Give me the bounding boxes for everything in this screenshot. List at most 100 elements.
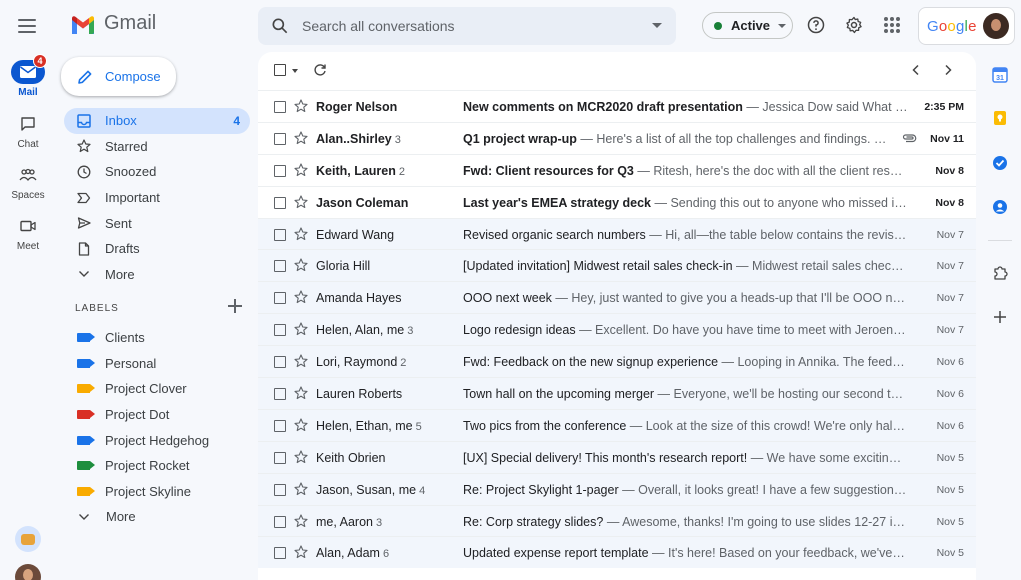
- settings-gear-icon[interactable]: [844, 15, 864, 35]
- star-icon[interactable]: [294, 418, 308, 432]
- email-row[interactable]: Amanda Hayes OOO next week — Hey, just wa…: [258, 281, 976, 314]
- search-options-icon[interactable]: [652, 23, 662, 28]
- star-icon[interactable]: [294, 290, 308, 304]
- row-checkbox[interactable]: [274, 483, 286, 496]
- select-options-caret-icon[interactable]: [292, 69, 298, 73]
- star-icon[interactable]: [294, 545, 308, 559]
- star-icon[interactable]: [294, 163, 308, 177]
- create-label-plus-icon[interactable]: [227, 298, 243, 314]
- email-row[interactable]: Keith, Lauren 2 Fwd: Client resources for …: [258, 153, 976, 186]
- row-checkbox[interactable]: [274, 196, 286, 209]
- email-row[interactable]: Helen, Ethan, me 5 Two pics from the confe…: [258, 408, 976, 441]
- mail-unread-badge: 4: [33, 54, 47, 68]
- star-icon[interactable]: [294, 195, 308, 209]
- email-list: Roger Nelson New comments on MCR2020 draf…: [258, 90, 976, 569]
- user-avatar[interactable]: [982, 13, 1009, 39]
- email-row[interactable]: Gloria Hill [Updated invitation] Midwest …: [258, 249, 976, 282]
- search-bar[interactable]: [258, 7, 676, 45]
- nav-item-drafts[interactable]: Drafts: [64, 236, 250, 262]
- row-checkbox[interactable]: [274, 292, 286, 305]
- nav-item-snoozed[interactable]: Snoozed: [64, 159, 250, 185]
- row-checkbox[interactable]: [274, 101, 286, 113]
- addons-puzzle-icon[interactable]: [991, 264, 1009, 282]
- nav-label: Important: [105, 190, 160, 206]
- get-addons-plus-icon[interactable]: [991, 308, 1009, 326]
- row-checkbox[interactable]: [274, 419, 286, 432]
- email-row[interactable]: Helen, Alan, me 3 Logo redesign ideas — Ex…: [258, 313, 976, 346]
- email-row[interactable]: Roger Nelson New comments on MCR2020 draf…: [258, 90, 976, 122]
- row-checkbox[interactable]: [274, 451, 286, 464]
- star-icon[interactable]: [294, 258, 308, 272]
- nav-label: Inbox: [105, 113, 137, 129]
- email-row[interactable]: Lauren Roberts Town hall on the upcoming …: [258, 377, 976, 409]
- email-row[interactable]: me, Aaron 3 Re: Corp strategy slides? — Aw…: [258, 504, 976, 537]
- email-row[interactable]: Jason Coleman Last year's EMEA strategy d…: [258, 185, 976, 218]
- account-switcher[interactable]: Google: [918, 7, 1015, 45]
- star-icon[interactable]: [294, 450, 308, 464]
- compose-button[interactable]: Compose: [61, 57, 176, 96]
- email-row[interactable]: Lori, Raymond 2 Fwd: Feedback on the new s…: [258, 345, 976, 378]
- compose-label: Compose: [105, 69, 161, 84]
- row-checkbox[interactable]: [274, 356, 286, 369]
- star-icon[interactable]: [294, 99, 308, 113]
- label-item-personal[interactable]: Personal: [64, 351, 250, 377]
- contacts-icon[interactable]: [991, 198, 1009, 216]
- help-icon[interactable]: [806, 15, 826, 35]
- label-item-project-dot[interactable]: Project Dot: [64, 402, 250, 428]
- email-row[interactable]: Edward Wang Revised organic search number…: [258, 217, 976, 250]
- row-checkbox[interactable]: [274, 164, 286, 177]
- star-icon[interactable]: [294, 386, 308, 400]
- star-icon[interactable]: [294, 482, 308, 496]
- select-all-checkbox[interactable]: [274, 64, 286, 76]
- star-icon[interactable]: [294, 227, 308, 241]
- label-item-project-skyline[interactable]: Project Skyline: [64, 479, 250, 505]
- row-checkbox[interactable]: [274, 515, 286, 528]
- email-row[interactable]: Alan..Shirley 3 Q1 project wrap-up — Here'…: [258, 121, 976, 154]
- nav-item-inbox[interactable]: Inbox 4: [64, 108, 250, 134]
- nav-item-starred[interactable]: Starred: [64, 134, 250, 160]
- rail-item-meet[interactable]: Meet: [0, 214, 56, 252]
- email-sender: Jason Coleman: [316, 196, 456, 210]
- star-icon[interactable]: [294, 131, 308, 145]
- rail-item-chat[interactable]: Chat: [0, 112, 56, 150]
- keep-icon[interactable]: [991, 109, 1009, 127]
- row-checkbox[interactable]: [274, 260, 286, 273]
- rail-profile-avatar[interactable]: [15, 564, 41, 580]
- nav-item-sent[interactable]: Sent: [64, 210, 250, 236]
- label-item-project-clover[interactable]: Project Clover: [64, 376, 250, 402]
- email-row[interactable]: Jason, Susan, me 4 Re: Project Skylight 1-…: [258, 472, 976, 505]
- email-sender: Lauren Roberts: [316, 387, 456, 401]
- labels-more[interactable]: More: [64, 504, 250, 530]
- star-icon[interactable]: [294, 322, 308, 336]
- calendar-icon[interactable]: 31: [991, 66, 1009, 84]
- row-checkbox[interactable]: [274, 228, 286, 241]
- main-menu-button[interactable]: [12, 13, 42, 39]
- email-snippet: Sending this out to anyone who missed it…: [670, 195, 908, 210]
- star-icon[interactable]: [294, 514, 308, 528]
- email-row[interactable]: Alan, Adam 6 Updated expense report templa…: [258, 536, 976, 569]
- rail-item-mail[interactable]: 4 Mail: [0, 54, 56, 98]
- search-input[interactable]: [302, 16, 632, 36]
- row-checkbox[interactable]: [274, 132, 286, 145]
- label-item-clients[interactable]: Clients: [64, 325, 250, 351]
- tasks-icon[interactable]: [991, 154, 1009, 172]
- email-row[interactable]: Keith Obrien [UX] Special delivery! This …: [258, 440, 976, 473]
- refresh-icon[interactable]: [313, 63, 327, 77]
- subject-separator: —: [732, 259, 753, 274]
- chevron-right-icon[interactable]: [942, 64, 954, 76]
- label-item-project-rocket[interactable]: Project Rocket: [64, 453, 250, 479]
- google-apps-icon[interactable]: [884, 17, 900, 33]
- nav-item-more[interactable]: More: [64, 262, 250, 288]
- row-checkbox[interactable]: [274, 547, 286, 560]
- row-checkbox[interactable]: [274, 324, 286, 337]
- nav-item-important[interactable]: Important: [64, 185, 250, 211]
- rail-item-spaces[interactable]: Spaces: [0, 163, 56, 201]
- gmail-logo[interactable]: Gmail: [70, 12, 156, 35]
- star-icon[interactable]: [294, 354, 308, 368]
- status-selector[interactable]: Active: [702, 12, 793, 39]
- label-item-project-hedgehog[interactable]: Project Hedgehog: [64, 427, 250, 453]
- rail-app-icon[interactable]: [15, 526, 41, 552]
- search-icon[interactable]: [270, 16, 290, 36]
- row-checkbox[interactable]: [274, 388, 286, 401]
- chevron-left-icon[interactable]: [910, 64, 922, 76]
